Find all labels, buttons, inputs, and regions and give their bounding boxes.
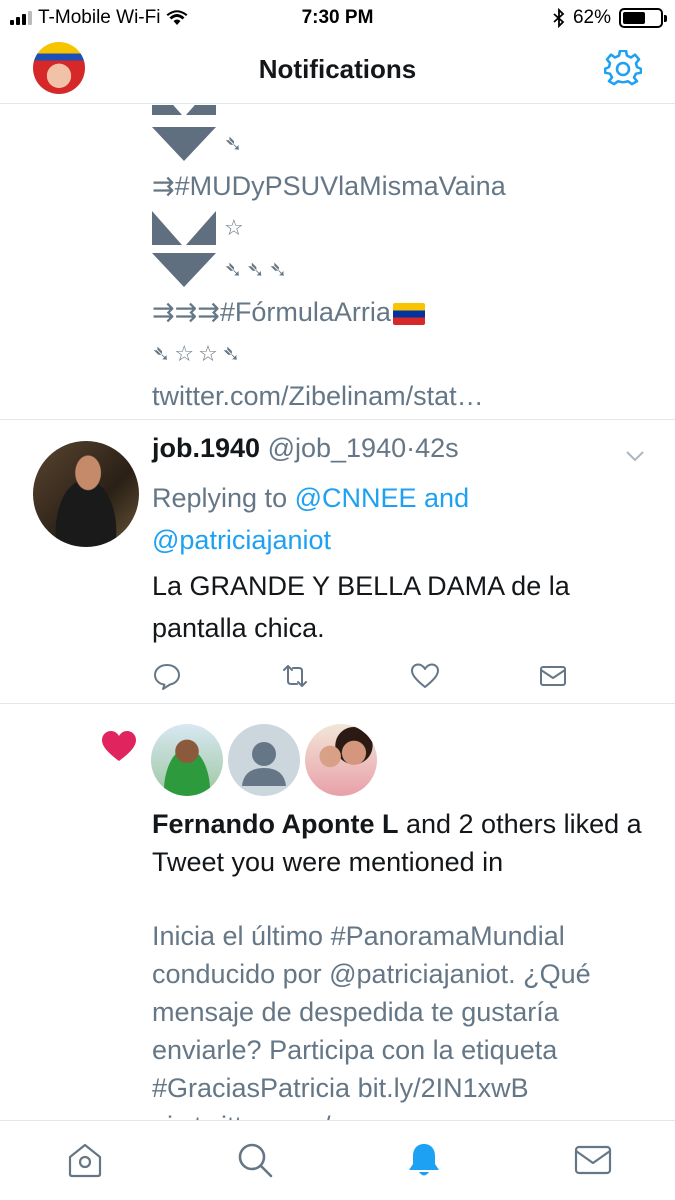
actor-name[interactable]: Fernando Aponte L xyxy=(152,809,398,839)
triangle-emoji-icon xyxy=(152,127,216,161)
separator: · xyxy=(406,433,416,463)
search-icon[interactable] xyxy=(236,1141,274,1179)
header: Notifications xyxy=(0,36,675,104)
emoji-row: ☆ xyxy=(152,105,652,123)
emoji-row: ➴➴➴ xyxy=(152,249,652,291)
emoji-row: ➴ xyxy=(152,123,652,165)
tweet-actions xyxy=(152,661,602,691)
tab-bar xyxy=(0,1120,675,1200)
person-icon xyxy=(242,742,286,786)
heart-icon xyxy=(102,731,136,761)
status-bar: T-Mobile Wi-Fi 7:30 PM 62% xyxy=(0,0,675,36)
notifications-icon[interactable] xyxy=(405,1141,443,1179)
home-icon[interactable] xyxy=(66,1141,104,1179)
previous-tweet[interactable]: ☆ ➴ ⇉#MUDyPSUVlaMismaVaina ☆ ➴➴➴ ⇉⇉⇉#Fór… xyxy=(152,105,652,417)
battery-fill xyxy=(623,12,646,24)
triangle-emoji-icon xyxy=(152,211,216,245)
bluetooth-icon xyxy=(553,8,565,28)
chevron-down-icon[interactable] xyxy=(625,449,645,463)
emoji-row: ☆ xyxy=(152,207,652,249)
avatar[interactable] xyxy=(151,724,223,796)
hashtag-line[interactable]: ⇉⇉⇉#FórmulaArria xyxy=(152,291,652,333)
avatar[interactable] xyxy=(33,441,139,547)
notification-text: Fernando Aponte L and 2 others liked a T… xyxy=(152,809,642,877)
handle: @job_1940 xyxy=(267,433,407,463)
gear-icon[interactable] xyxy=(604,50,642,88)
quoted-tweet-text[interactable]: Inicia el último #PanoramaMundial conduc… xyxy=(152,917,642,1120)
tweet-header: job.1940 @job_1940·42s xyxy=(152,433,459,464)
notifications-feed[interactable]: ☆ ➴ ⇉#MUDyPSUVlaMismaVaina ☆ ➴➴➴ ⇉⇉⇉#Fór… xyxy=(0,105,675,1120)
timestamp: 42s xyxy=(415,433,459,463)
hashtag-line[interactable]: ⇉#MUDyPSUVlaMismaVaina xyxy=(152,165,652,207)
avatar[interactable] xyxy=(305,724,377,796)
dm-icon[interactable] xyxy=(538,661,568,691)
tweet-text: La GRANDE Y BELLA DAMA de la pantalla ch… xyxy=(152,571,570,643)
like-icon[interactable] xyxy=(410,661,440,691)
battery-icon xyxy=(619,8,667,28)
status-right: 62% xyxy=(553,7,667,29)
default-avatar-icon[interactable] xyxy=(228,724,300,796)
mention-link[interactable]: @CNNEE and xyxy=(295,483,469,513)
retweet-icon[interactable] xyxy=(280,661,310,691)
replying-to: Replying to @CNNEE and @patriciajaniot xyxy=(152,483,470,555)
divider xyxy=(0,419,675,420)
triangle-emoji-icon xyxy=(152,253,216,287)
venezuela-flag-icon xyxy=(392,302,425,325)
mention-link[interactable]: @patriciajaniot xyxy=(152,525,331,555)
reply-tweet[interactable]: job.1940 @job_1940·42s Replying to @CNNE… xyxy=(0,421,675,703)
triangle-emoji-icon xyxy=(152,105,216,115)
battery-percent: 62% xyxy=(572,7,611,28)
like-notification[interactable]: Fernando Aponte L and 2 others liked a T… xyxy=(0,705,675,1120)
symbols-line: ➴☆☆➴ xyxy=(152,341,245,366)
page-title: Notifications xyxy=(258,54,417,84)
messages-icon[interactable] xyxy=(574,1141,612,1179)
display-name[interactable]: job.1940 xyxy=(152,433,260,463)
tweet-link[interactable]: twitter.com/Zibelinam/stat… xyxy=(152,375,652,417)
reply-icon[interactable] xyxy=(152,661,182,691)
divider xyxy=(0,703,675,704)
